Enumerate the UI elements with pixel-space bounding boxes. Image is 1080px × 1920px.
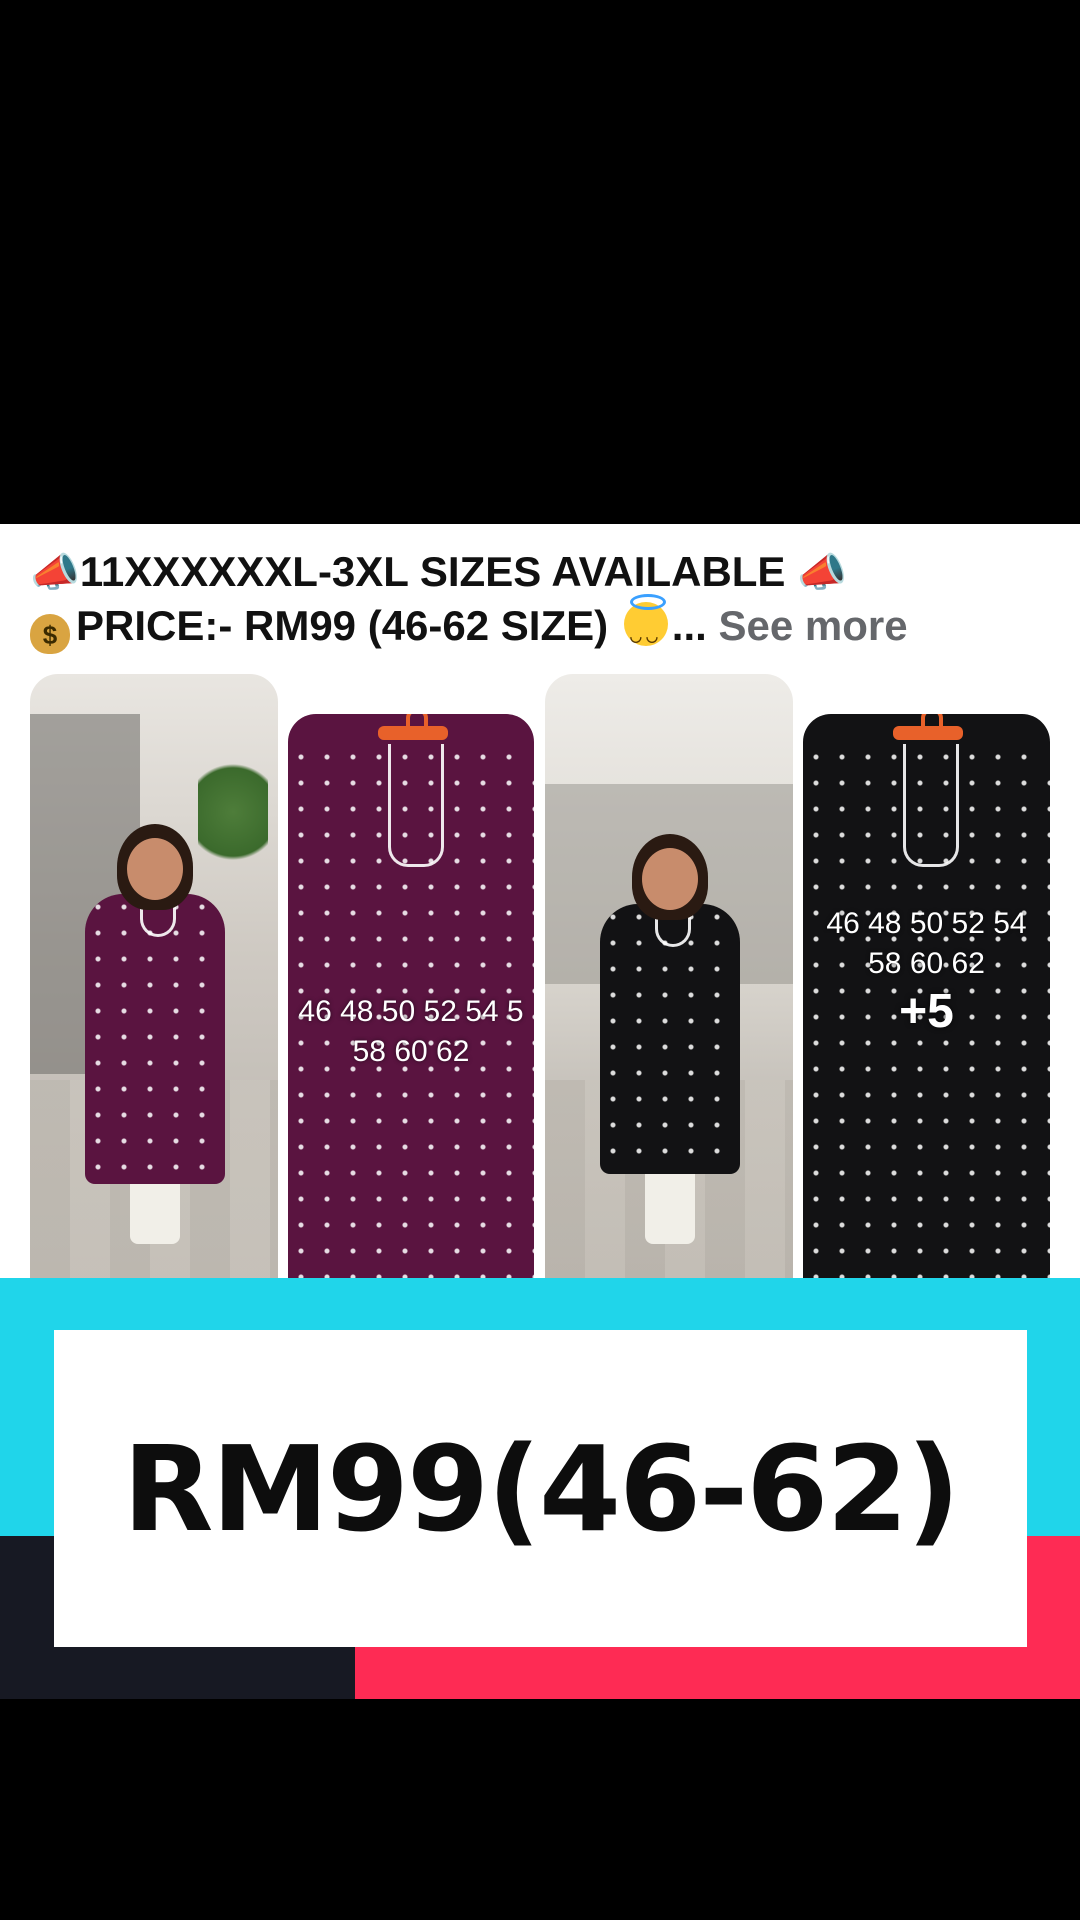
kurta-neckline (903, 744, 959, 867)
price-banner: RM99(46-62) (54, 1330, 1027, 1647)
size-list-line-1: 46 48 50 52 54 (826, 907, 1027, 940)
post-card: 📣11XXXXXXL-3XL SIZES AVAILABLE 📣 $ PRICE:… (0, 524, 1080, 1280)
model-figure (75, 824, 235, 1274)
gallery-photo-1[interactable] (30, 674, 278, 1280)
gallery-photo-4[interactable]: 46 48 50 52 54 58 60 62 +5 (803, 714, 1050, 1280)
size-list-line-2: 58 60 62 (868, 947, 985, 980)
money-bag-icon: $ (30, 614, 70, 654)
size-list-line-1: 46 48 50 52 54 5 (298, 995, 524, 1028)
price-text: RM99(46-62) (122, 1419, 961, 1558)
caption-line-2: $PRICE:- RM99 (46-62 SIZE) ... See more (30, 594, 908, 664)
hanger-bar (378, 726, 448, 740)
smiling-halo-emoji-icon (623, 594, 668, 664)
megaphone-icon: 📣 (30, 551, 80, 595)
caption-ellipsis: ... (671, 602, 707, 649)
hanger-bar (893, 726, 963, 740)
kurta-neckline (388, 744, 444, 867)
model-figure (590, 834, 750, 1274)
megaphone-icon: 📣 (797, 551, 847, 595)
more-photos-count[interactable]: +5 (803, 984, 1050, 1039)
caption-price-text: PRICE:- RM99 (46-62 SIZE) (76, 602, 609, 649)
see-more-link[interactable]: See more (718, 602, 907, 649)
size-list-line-2: 58 60 62 (352, 1035, 470, 1068)
caption-sizes-text: 11XXXXXXL-3XL SIZES AVAILABLE (79, 548, 786, 595)
gallery-photo-2[interactable]: 46 48 50 52 54 5 58 60 62 (288, 714, 534, 1280)
gallery-photo-3[interactable] (545, 674, 793, 1280)
caption-line-1: 📣11XXXXXXL-3XL SIZES AVAILABLE 📣 (30, 544, 847, 600)
